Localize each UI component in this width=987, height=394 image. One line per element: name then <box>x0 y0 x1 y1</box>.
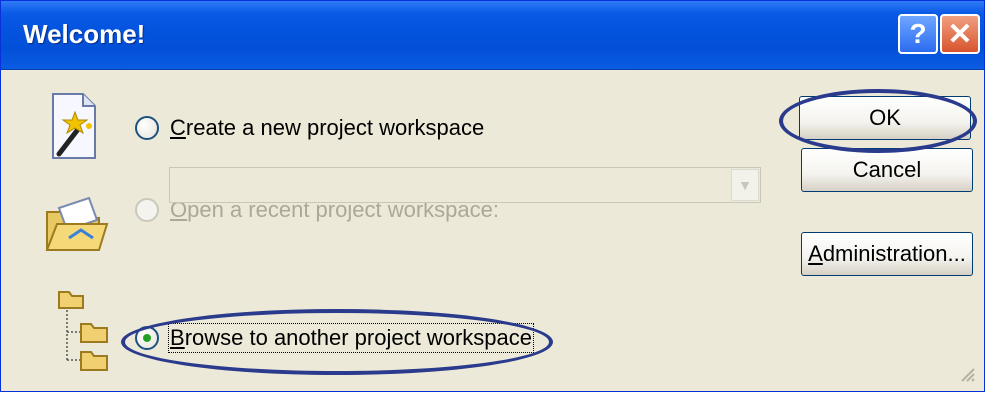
open-folder-icon <box>45 196 109 251</box>
administration-button[interactable]: Administration... <box>801 232 973 276</box>
help-button[interactable]: ? <box>898 14 938 54</box>
create-new-label[interactable]: Create a new project workspace <box>170 115 484 141</box>
wizard-document-icon <box>52 93 96 159</box>
welcome-dialog: Welcome! ? ✕ Create a new project worksp… <box>0 0 985 392</box>
help-icon: ? <box>909 18 927 49</box>
create-new-radio[interactable] <box>135 116 159 140</box>
resize-grip-icon[interactable] <box>958 365 976 383</box>
folder-tree-icon <box>58 291 108 371</box>
administration-button-label: Administration... <box>808 241 966 266</box>
ok-button[interactable]: OK <box>799 96 971 140</box>
title-bar[interactable]: Welcome! ? ✕ <box>1 1 984 70</box>
recent-workspace-combobox[interactable]: ▼ <box>169 167 761 203</box>
window-title: Welcome! <box>23 19 146 49</box>
close-button[interactable]: ✕ <box>940 14 980 54</box>
browse-radio[interactable] <box>135 326 159 350</box>
open-recent-radio[interactable] <box>135 198 159 222</box>
combo-dropdown-button[interactable]: ▼ <box>731 169 759 201</box>
ok-button-label: OK <box>869 105 901 130</box>
chevron-down-icon: ▼ <box>738 177 752 193</box>
browse-label[interactable]: Browse to another project workspace <box>168 323 534 353</box>
radio-selected-dot <box>143 334 151 342</box>
cancel-button[interactable]: Cancel <box>801 148 973 192</box>
cancel-button-label: Cancel <box>852 157 922 182</box>
close-icon: ✕ <box>947 17 973 51</box>
dialog-body: Create a new project workspace Open a re… <box>5 70 980 387</box>
